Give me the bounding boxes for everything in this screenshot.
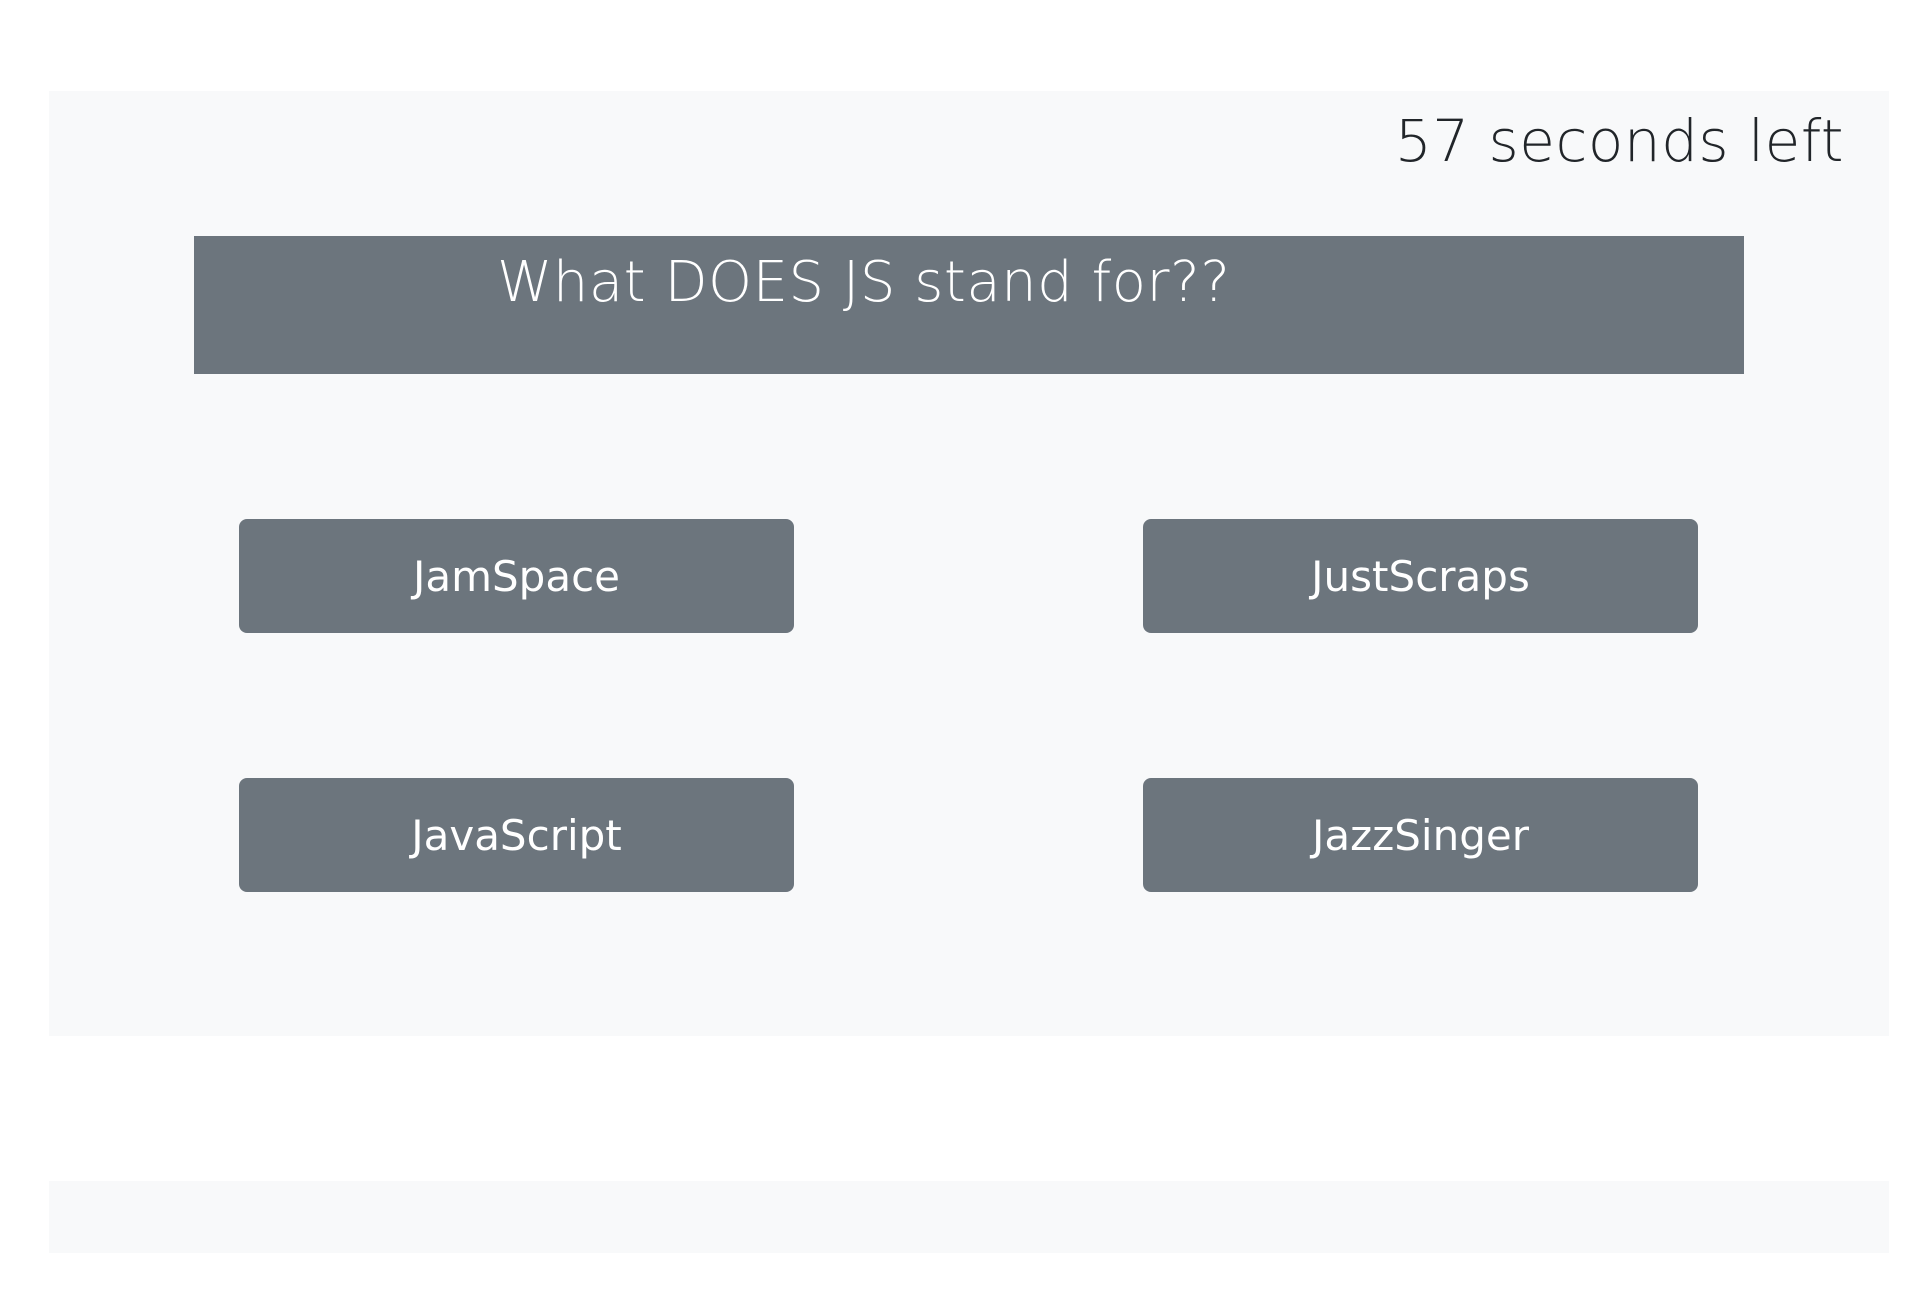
countdown-timer: 57 seconds left [1394, 107, 1844, 175]
quiz-card: 57 seconds left What DOES JS stand for??… [49, 91, 1889, 1036]
answer-button-jazzsinger[interactable]: JazzSinger [1143, 778, 1698, 892]
question-box: What DOES JS stand for?? [194, 236, 1744, 374]
footer-bar [49, 1181, 1889, 1253]
answer-button-javascript[interactable]: JavaScript [239, 778, 794, 892]
answer-button-justscraps[interactable]: JustScraps [1143, 519, 1698, 633]
question-text: What DOES JS stand for?? [497, 250, 1231, 315]
answer-button-jamspace[interactable]: JamSpace [239, 519, 794, 633]
